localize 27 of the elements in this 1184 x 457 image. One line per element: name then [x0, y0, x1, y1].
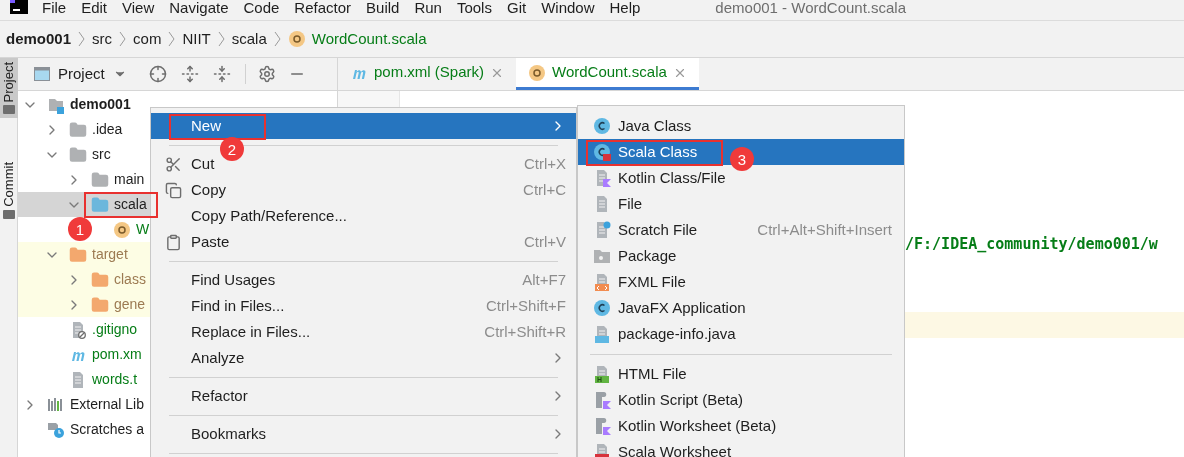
tree-item-label: .idea	[92, 120, 123, 139]
tree-item-label: demo001	[70, 95, 131, 114]
shortcut-label: Ctrl+X	[523, 153, 566, 174]
step-badge: 2	[220, 137, 244, 161]
tree-item-label: target	[92, 245, 128, 264]
shortcut-label: Alt+F7	[522, 269, 566, 290]
tree-item-label: class	[114, 270, 146, 289]
shortcut-label: Ctrl+C	[523, 179, 566, 200]
tree-item-label: External Lib	[70, 395, 144, 414]
step-badge: 3	[730, 147, 754, 171]
shortcut-label: Ctrl+Shift+R	[484, 321, 566, 342]
tree-item-label: .gitigno	[92, 320, 138, 339]
tree-item-label: W	[136, 220, 150, 239]
tree-item-label: words.t	[92, 370, 138, 389]
tree-item-label: main	[114, 170, 145, 189]
panel-title: Project	[58, 63, 105, 84]
shortcut-label: Ctrl+V	[523, 231, 566, 252]
tree-item-label: Scratches a	[70, 420, 144, 439]
tree-item-label: src	[92, 145, 111, 164]
shortcut-label: Ctrl+Alt+Shift+Insert	[757, 219, 892, 240]
tree-item-label: gene	[114, 295, 146, 314]
tree-item-label: scala	[114, 195, 147, 214]
tree-item-label: pom.xm	[92, 345, 142, 364]
code-line: /F:/IDEA_community/demo001/w	[905, 233, 1158, 255]
shortcut-label: Ctrl+Shift+F	[485, 295, 566, 316]
step-badge: 1	[68, 217, 92, 241]
window-title: demo001 - WordCount.scala	[715, 0, 907, 16]
